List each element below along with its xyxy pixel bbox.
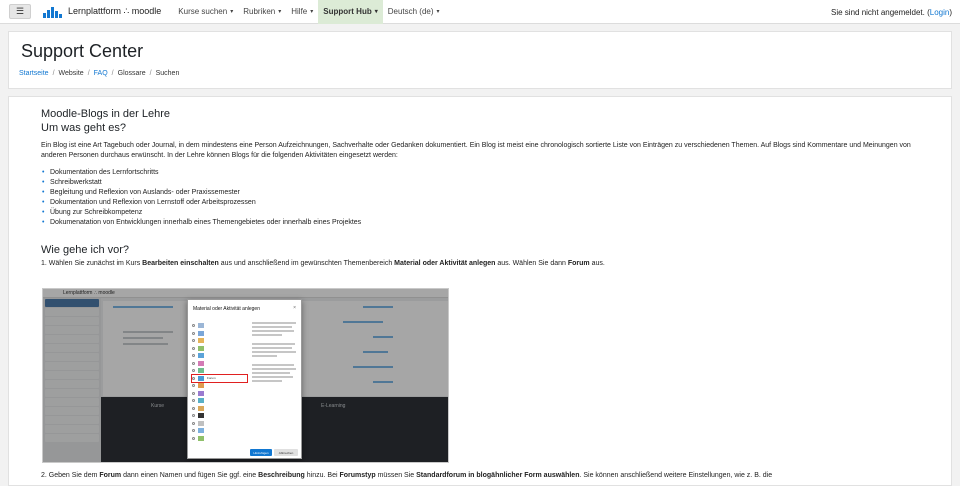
breadcrumb: Startseite / Website / FAQ / Glossare / … [19,70,179,77]
list-item: Begleitung und Reflexion von Auslands- o… [41,188,921,198]
top-navbar: ☰ Lernplattform ∴ moodle Kurse suchen ▾ R… [0,0,960,24]
breadcrumb-glossare: Glossare [117,70,146,77]
activity-chooser-modal: Material oder Aktivität anlegen × Forum [187,299,302,459]
hamburger-icon: ☰ [15,6,25,16]
entry-subtitle: Um was geht es? [41,122,126,134]
entry-title: Moodle-Blogs in der Lehre [41,108,171,120]
breadcrumb-separator: / [111,70,114,77]
forum-option-highlight: Forum [191,373,248,383]
page-title: Support Center [21,41,144,61]
menu-kurse-suchen[interactable]: Kurse suchen ▾ [173,0,238,24]
chevron-down-icon: ▾ [436,9,440,15]
menu-label: Hilfe [291,7,308,16]
list-item: Übung zur Schreibkompetenz [41,208,921,218]
activity-description [252,322,299,384]
menu-language[interactable]: Deutsch ‎(de)‎ ▾ [383,0,445,24]
activity-list: Forum [191,322,248,442]
login-status-close: ) [949,7,952,17]
breadcrumb-suchen: Suchen [155,70,180,77]
breadcrumb-faq[interactable]: FAQ [94,70,108,77]
menu-label: Support Hub [323,7,372,16]
breadcrumb-website: Website [58,70,84,77]
chevron-down-icon: ▾ [230,9,234,15]
brand-logo-link[interactable]: Lernplattform ∴ moodle [43,6,161,18]
list-item: Dokumentation und Reflexion von Lernstof… [41,198,921,208]
add-button: Hinzufügen [250,449,272,456]
glossary-article: Moodle-Blogs in der Lehre Um was geht es… [41,107,921,269]
list-item: Schreibwerkstatt [41,178,921,188]
how-to-heading: Wie gehe ich vor? [41,244,130,256]
glossary-entry-card: Moodle-Blogs in der Lehre Um was geht es… [8,96,952,486]
breadcrumb-startseite[interactable]: Startseite [19,70,49,77]
login-info: Sie sind nicht angemeldet. (Login) [831,0,952,24]
close-icon: × [293,305,296,311]
chevron-down-icon: ▾ [278,9,282,15]
login-link[interactable]: Login [930,8,950,17]
forum-option-label: Forum [207,376,216,381]
chevron-down-icon: ▾ [374,9,378,15]
chevron-down-icon: ▾ [310,9,314,15]
menu-rubriken[interactable]: Rubriken ▾ [238,0,286,24]
brand-name: Lernplattform ∴ moodle [68,6,162,16]
modal-title: Material oder Aktivität anlegen [193,306,260,312]
step-1-text: 1. Wählen Sie zunächst im Kurs Bearbeite… [41,260,605,267]
breadcrumb-separator: / [52,70,55,77]
page-header: Support Center Startseite / Website / FA… [8,31,952,89]
step-1-screenshot: Lernplattform ∴ moodle Kurse E-Learning … [42,288,449,463]
menu-support-hub[interactable]: Support Hub ▾ [318,0,383,24]
menu-label: Deutsch ‎(de)‎ [387,7,434,16]
moodle-logo-icon [43,6,62,18]
login-status-text: Sie sind nicht angemeldet. ( [831,7,930,17]
list-item: Dokumenatation von Entwicklungen innerha… [41,218,921,228]
main-menu: Kurse suchen ▾ Rubriken ▾ Hilfe ▾ Support H… [173,0,444,24]
hamburger-menu-button[interactable]: ☰ [9,4,31,19]
activity-list: Dokumentation des Lernfortschritts Schre… [41,168,921,228]
menu-label: Kurse suchen [178,7,228,16]
cancel-button: Abbrechen [274,449,298,456]
menu-label: Rubriken [243,7,276,16]
intro-paragraph: Ein Blog ist eine Art Tagebuch oder Jour… [41,142,911,159]
list-item: Dokumentation des Lernfortschritts [41,168,921,178]
breadcrumb-separator: / [87,70,90,77]
breadcrumb-separator: / [149,70,152,77]
menu-hilfe[interactable]: Hilfe ▾ [286,0,318,24]
